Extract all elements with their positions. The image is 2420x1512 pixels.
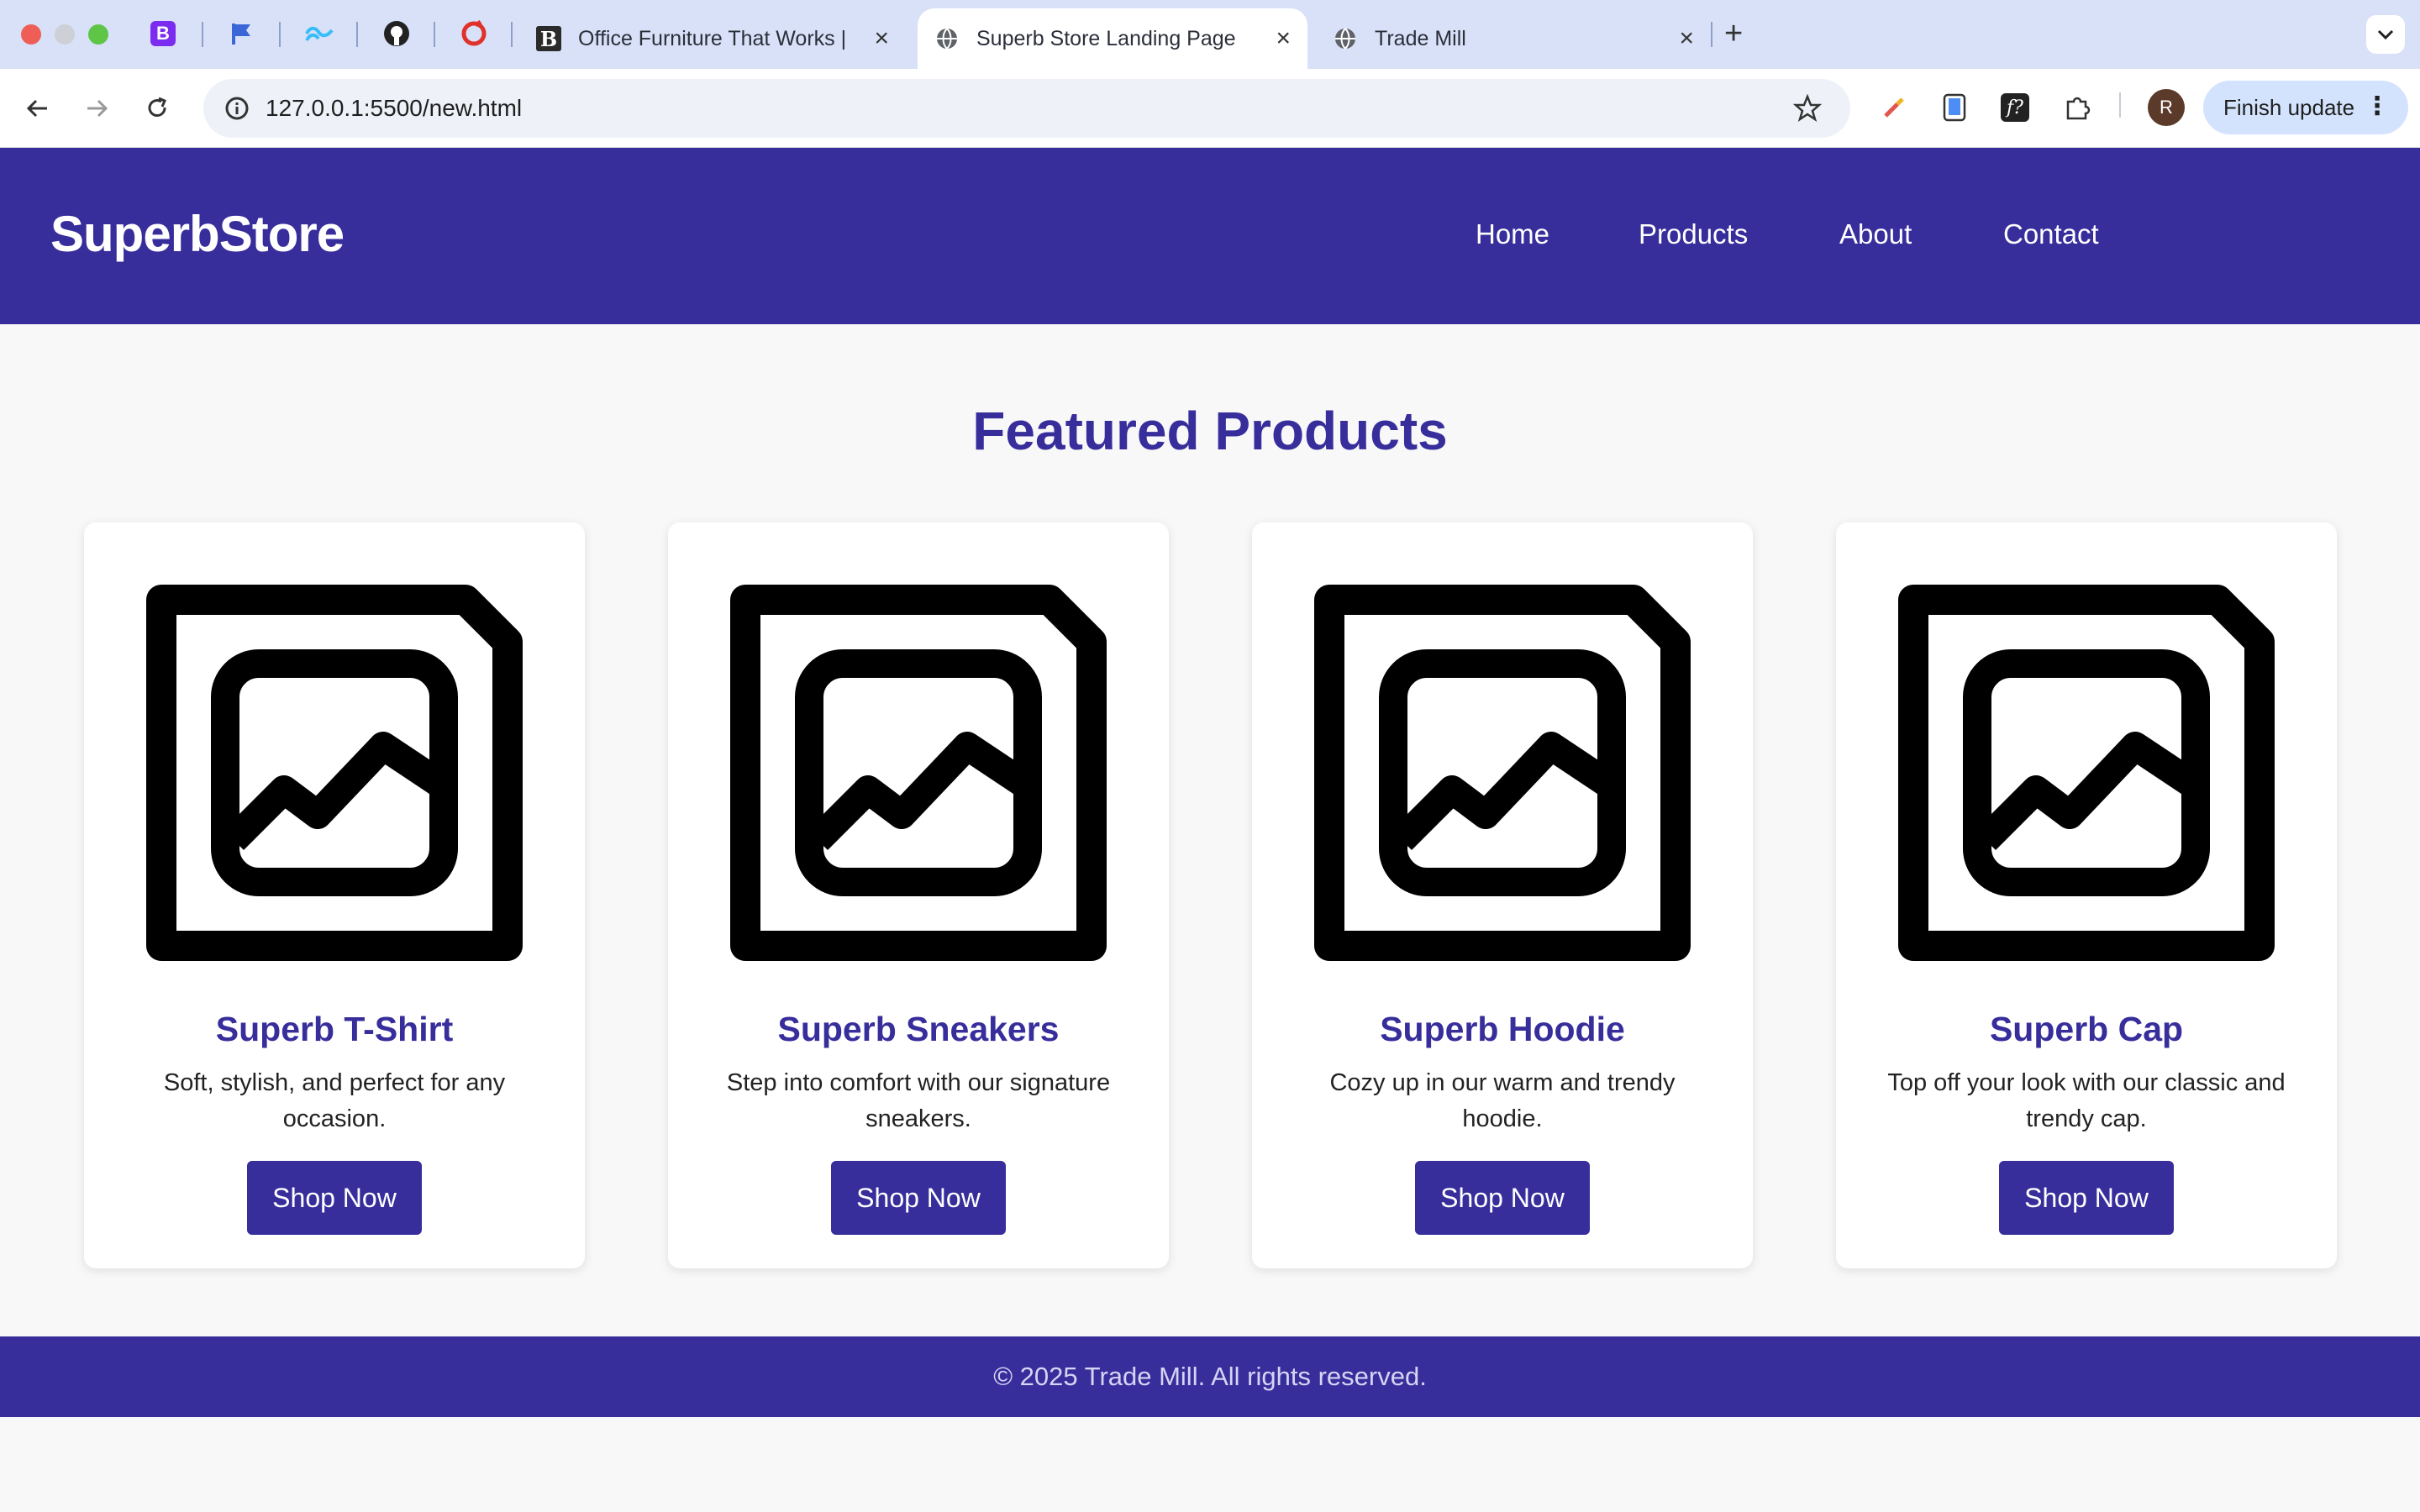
product-card: Superb Sneakers Step into comfort with o… [668,522,1169,1268]
url-text[interactable]: 127.0.0.1:5500/new.html [266,95,522,122]
nav-link-products[interactable]: Products [1639,218,1748,250]
maximize-window-button[interactable] [88,24,108,45]
puzzle-icon [2066,97,2091,120]
browser-window: B B Office Furniture That Works | × Supe… [0,0,2420,1512]
font-icon: f? [2001,93,2029,122]
eyedropper-icon [1884,97,1904,118]
product-card: Superb Hoodie Cozy up in our warm and tr… [1252,522,1753,1268]
globe-icon [1335,28,1355,50]
product-card: Superb Cap Top off your look with our cl… [1836,522,2337,1268]
chevron-down-icon [2377,29,2394,40]
bookmark-star-icon[interactable] [1790,91,1825,126]
tablet-icon [1943,93,1966,122]
pinned-tab-github[interactable] [380,17,413,50]
shop-now-button[interactable]: Shop Now [1999,1161,2174,1235]
font-extension[interactable]: f? [1998,91,2032,124]
profile-avatar[interactable]: R [2148,89,2185,126]
menu-dots-icon[interactable]: ⋮ [2365,91,2390,123]
bootstrap-icon: B [150,21,176,46]
extensions-button[interactable] [2060,91,2094,124]
close-window-button[interactable] [21,24,41,45]
finish-update-label: Finish update [2223,94,2355,120]
tab-title: Office Furniture That Works | [578,26,847,50]
site-footer: © 2025 Trade Mill. All rights reserved. [0,1336,2420,1417]
product-title: Superb T-Shirt [215,1010,454,1048]
back-arrow-icon [26,99,47,118]
product-description: Soft, stylish, and perfect for any occas… [163,1069,506,1132]
tab-search-button[interactable] [2366,15,2405,54]
tab-title: Superb Store Landing Page [976,26,1236,50]
close-tab-icon[interactable]: × [1679,26,1694,51]
pinned-tab-red-app[interactable] [457,17,491,50]
copyright-text: © 2025 Trade Mill. All rights reserved. [993,1362,1427,1391]
product-description: Step into comfort with our signature sne… [726,1069,1111,1132]
image-placeholder-icon [730,585,1107,961]
shop-now-button[interactable]: Shop Now [247,1161,422,1235]
globe-icon [937,28,957,50]
image-placeholder-icon [1314,585,1691,961]
github-icon [384,21,409,46]
tab-bar: B B Office Furniture That Works | × Supe… [0,0,2420,69]
reload-button[interactable] [138,89,176,128]
pinned-tab-flag[interactable] [225,17,259,50]
red-app-icon [461,20,487,46]
minimize-window-button[interactable] [55,24,75,45]
close-tab-icon[interactable]: × [874,26,889,51]
product-title: Superb Sneakers [777,1010,1060,1048]
tab-trade-mill[interactable]: Trade Mill × [1316,8,1711,69]
pinned-tab-tailwind[interactable] [302,17,336,50]
close-tab-icon[interactable]: × [1276,26,1291,51]
new-tab-button[interactable]: + [1724,15,1743,52]
browser-toolbar: 127.0.0.1:5500/new.html f? [0,69,2420,148]
site-header: SuperbStore Home Products About Contact [0,148,2420,324]
product-title: Superb Hoodie [1380,1010,1625,1048]
product-description: Top off your look with our classic and t… [1887,1069,2286,1132]
shop-now-button[interactable]: Shop Now [831,1161,1006,1235]
nav-link-home[interactable]: Home [1476,218,1549,250]
tab-title: Trade Mill [1375,26,1466,50]
address-bar[interactable]: 127.0.0.1:5500/new.html [203,79,1850,138]
product-card: Superb T-Shirt Soft, stylish, and perfec… [84,522,585,1268]
device-extension[interactable] [1938,91,1971,124]
product-description: Cozy up in our warm and trendy hoodie. [1329,1069,1676,1132]
section-title: Featured Products [972,401,1448,461]
site-info-icon[interactable] [220,92,254,125]
forward-arrow-icon [87,99,108,118]
finish-update-button[interactable]: Finish update ⋮ [2203,81,2408,134]
forward-button[interactable] [77,89,116,128]
tab-office-furniture[interactable]: B Office Furniture That Works | × [519,8,906,69]
bootstrap-b-icon: B [536,26,561,51]
product-title: Superb Cap [1989,1010,2184,1048]
nav-link-contact[interactable]: Contact [2003,218,2099,250]
image-placeholder-icon [146,585,523,961]
shop-now-button[interactable]: Shop Now [1415,1161,1590,1235]
color-picker-extension[interactable] [1877,91,1911,124]
flag-icon [232,24,250,45]
site-logo[interactable]: SuperbStore [50,205,345,263]
image-placeholder-icon [1898,585,2275,961]
reload-icon [148,97,166,117]
tailwind-icon [305,26,334,42]
tab-superb-store[interactable]: Superb Store Landing Page × [918,8,1307,69]
back-button[interactable] [18,89,57,128]
nav-link-about[interactable]: About [1839,218,1912,250]
pinned-tab-bootstrap[interactable]: B [146,17,180,50]
